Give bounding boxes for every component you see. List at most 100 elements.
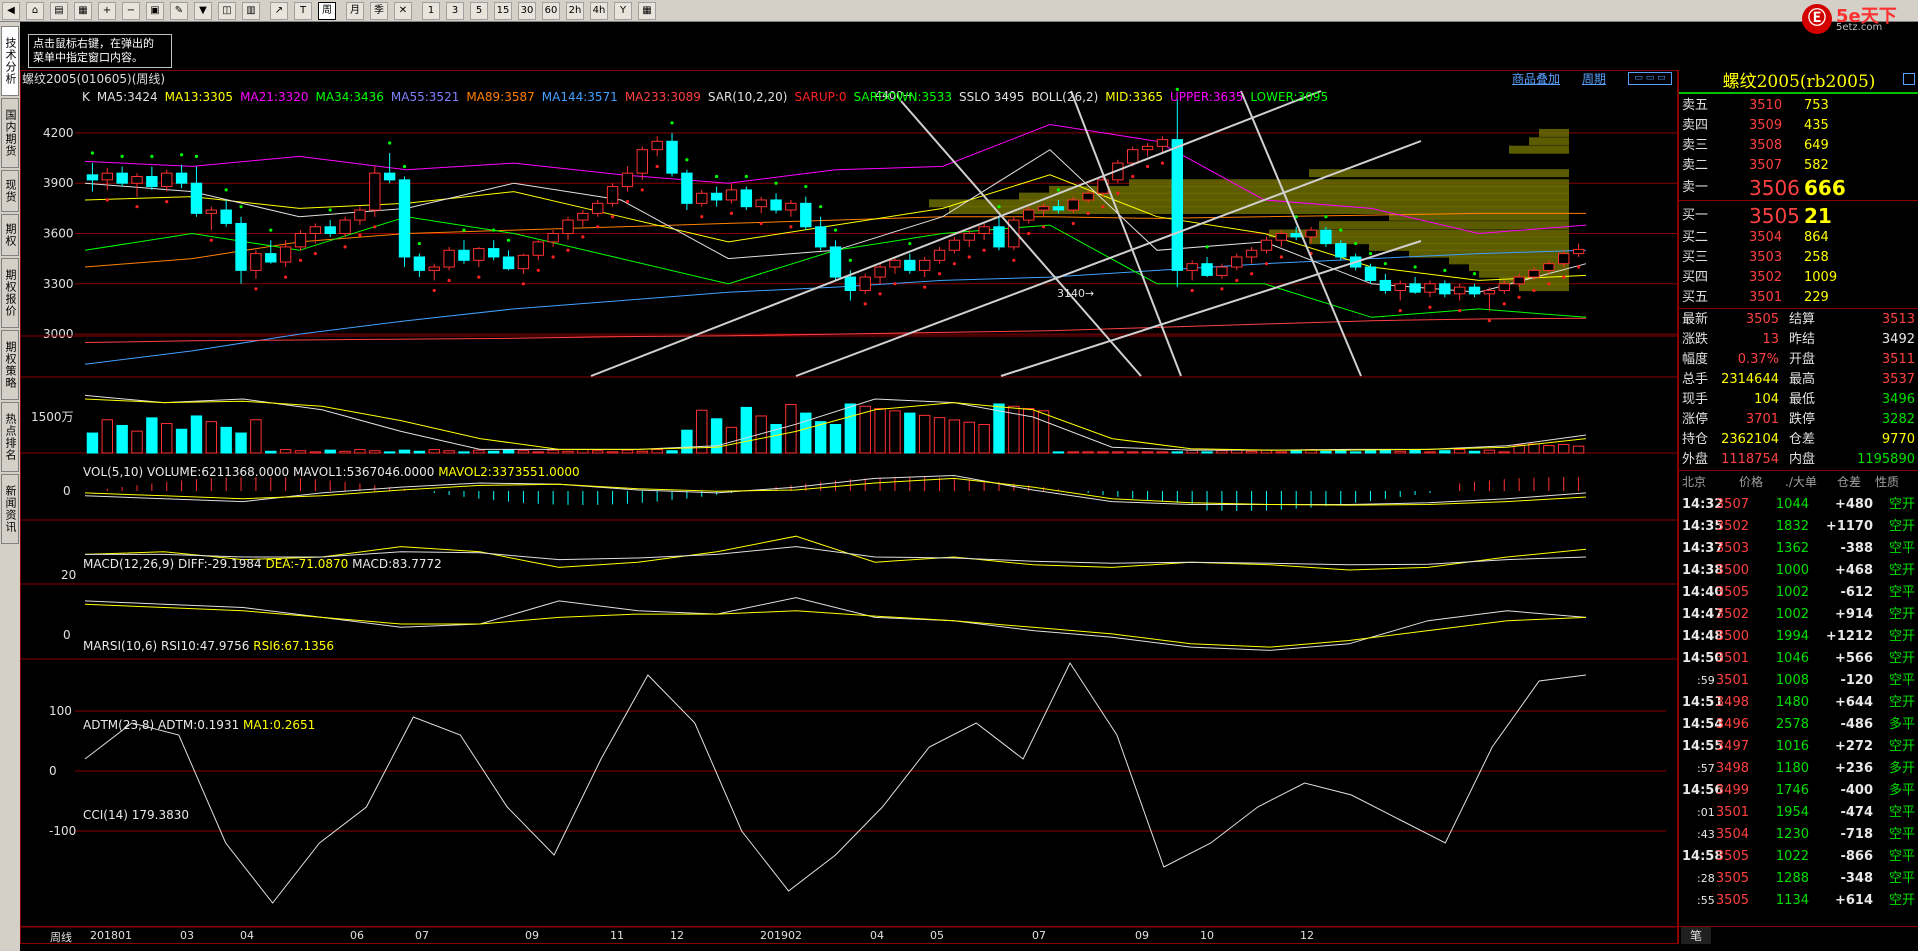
toolbar-5-button[interactable]: 5 <box>470 2 488 20</box>
tick-row: :59 3501 1008 -120 空平 <box>1679 670 1918 692</box>
candle <box>1260 239 1273 251</box>
chart-area[interactable]: 4200 3900 3600 3300 3000 4400→ 3140→ 1500万 0 20 0 1… <box>20 70 1679 945</box>
toolbar-season-button[interactable]: 季 <box>370 2 388 20</box>
toolbar-tick-button[interactable]: T <box>294 2 312 20</box>
sar-dot <box>640 188 644 192</box>
toolbar-2h-button[interactable]: 2h <box>566 2 584 20</box>
ask-label: 卖二 <box>1682 158 1709 173</box>
adtm-value: ADTM:0.1931 <box>158 718 240 732</box>
trend-line[interactable] <box>900 100 1142 377</box>
toolbar-15-button[interactable]: 15 <box>494 2 512 20</box>
stat-row: 现手 104 最低 3496 <box>1679 390 1918 410</box>
sar-dot <box>358 233 362 237</box>
x-axis-tick: 07 <box>1032 929 1046 942</box>
left-tab-4[interactable]: 期权报价 <box>1 258 19 328</box>
toolbar-window-button[interactable]: ▣ <box>146 2 164 20</box>
left-tab-5[interactable]: 期权策略 <box>1 330 19 400</box>
volume-profile-bar <box>1529 137 1569 146</box>
toolbar-trend-button[interactable]: ↗ <box>270 2 288 20</box>
volume-bar <box>532 451 544 454</box>
tick-row: 14:58 3505 1022 -866 空平 <box>1679 846 1918 868</box>
tick-oi-change: -612 <box>1840 585 1873 600</box>
tick-nature: 空开 <box>1888 497 1915 512</box>
left-tab-1[interactable]: 国内期货 <box>1 98 19 168</box>
stat-row: 总手 2314644 最高 3537 <box>1679 370 1918 390</box>
tick-volume: 1746 <box>1775 783 1809 798</box>
x-axis-tick: 12 <box>670 929 684 942</box>
toolbar-monthly-button[interactable]: 月 <box>346 2 364 20</box>
toolbar-zoom-out-button[interactable]: − <box>122 2 140 20</box>
volume-bar <box>1275 451 1288 454</box>
sar-dot <box>432 288 436 293</box>
bid-price: 3503 <box>1749 250 1783 265</box>
sar-dot <box>551 255 555 259</box>
stat-row: 幅度 0.37% 开盘 3511 <box>1679 350 1918 370</box>
sar-dot <box>477 275 481 279</box>
sar-dot <box>1324 215 1328 219</box>
panel-toggle-icon[interactable] <box>1903 73 1915 85</box>
x-axis-tick: 12 <box>1300 929 1314 942</box>
toolbar-folder-button[interactable]: ▤ <box>50 2 68 20</box>
sar-dot <box>105 198 109 202</box>
toolbar-1-button[interactable]: 1 <box>422 2 440 20</box>
left-tab-3[interactable]: 期权 <box>1 214 19 256</box>
toolbar-table-button[interactable]: ▥ <box>242 2 260 20</box>
toolbar-Y-button[interactable]: Y <box>614 2 632 20</box>
stat-label: 涨停 <box>1682 412 1709 427</box>
candle <box>383 172 396 181</box>
tick-price: 3496 <box>1715 717 1749 732</box>
sar-dot <box>1205 245 1209 249</box>
candle <box>1439 283 1451 295</box>
tick-row: 14:35 3502 1832 +1170 空开 <box>1679 516 1918 538</box>
toolbar-cross-button[interactable]: ✕ <box>394 2 412 20</box>
volume-bar <box>1483 449 1496 454</box>
volume-bar <box>1052 451 1065 454</box>
chart-window-controls[interactable]: ▭ ▭ ▭ <box>1628 72 1672 85</box>
candle <box>1320 229 1332 245</box>
chart-svg[interactable]: 420039003600330030004400→3140→1500万02001… <box>21 71 1679 945</box>
volume-bar <box>1543 445 1555 454</box>
toolbar-pen-button[interactable]: ✎ <box>170 2 188 20</box>
indicator-2: MA13:3305 <box>164 90 234 104</box>
trend-line[interactable] <box>1000 240 1422 377</box>
toolbar-zoom-in-button[interactable]: + <box>98 2 116 20</box>
left-tab-0[interactable]: 技术分析 <box>1 26 19 96</box>
sar-dot <box>1220 287 1224 291</box>
x-axis-tick: 06 <box>350 929 364 942</box>
overlay-link[interactable]: 商品叠加 <box>1512 70 1560 88</box>
tick-nature: 空平 <box>1888 585 1915 600</box>
left-tab-2[interactable]: 现货 <box>1 170 19 212</box>
period-link[interactable]: 周期 <box>1582 70 1606 88</box>
bid-label: 买二 <box>1682 230 1709 245</box>
toolbar-home-button[interactable]: ⌂ <box>26 2 44 20</box>
tick-tab[interactable]: 笔 <box>1681 927 1711 944</box>
indicator-5: MA55:3521 <box>390 90 460 104</box>
candle <box>755 199 767 208</box>
x-axis-tick: 03 <box>180 929 194 942</box>
bid-price: 3504 <box>1749 230 1783 245</box>
volume-bar <box>933 417 946 454</box>
toolbar-30-button[interactable]: 30 <box>518 2 536 20</box>
bid-label: 买四 <box>1682 270 1709 285</box>
cci-value: 179.3830 <box>131 808 190 822</box>
toolbar-60-button[interactable]: 60 <box>542 2 560 20</box>
sar-dot <box>239 205 243 209</box>
bid-row: 买四 3502 1009 <box>1679 268 1918 288</box>
left-tab-6[interactable]: 热点排名 <box>1 402 19 472</box>
toolbar-doc-button[interactable]: ▦ <box>74 2 92 20</box>
sar-dot <box>833 228 838 232</box>
tick-time: :43 <box>1697 828 1715 841</box>
toolbar-custom-button[interactable]: ◫ <box>218 2 236 20</box>
left-tab-7[interactable]: 新闻资讯 <box>1 474 19 544</box>
toolbar-4h-button[interactable]: 4h <box>590 2 608 20</box>
toolbar-3-button[interactable]: 3 <box>446 2 464 20</box>
toolbar-weekly-button[interactable]: 周 <box>318 2 336 20</box>
stat-row: 涨跌 13 昨结 3492 <box>1679 330 1918 350</box>
toolbar-back-button[interactable]: ◀ <box>2 2 20 20</box>
sar-dot <box>1576 265 1581 269</box>
tick-row: 14:51 3498 1480 +644 空开 <box>1679 692 1918 714</box>
toolbar-filter-button[interactable]: ▼ <box>194 2 212 20</box>
toolbar-calc-button[interactable]: ▦ <box>638 2 656 20</box>
volume-bar <box>562 450 574 454</box>
tick-oi-change: +614 <box>1834 893 1873 908</box>
